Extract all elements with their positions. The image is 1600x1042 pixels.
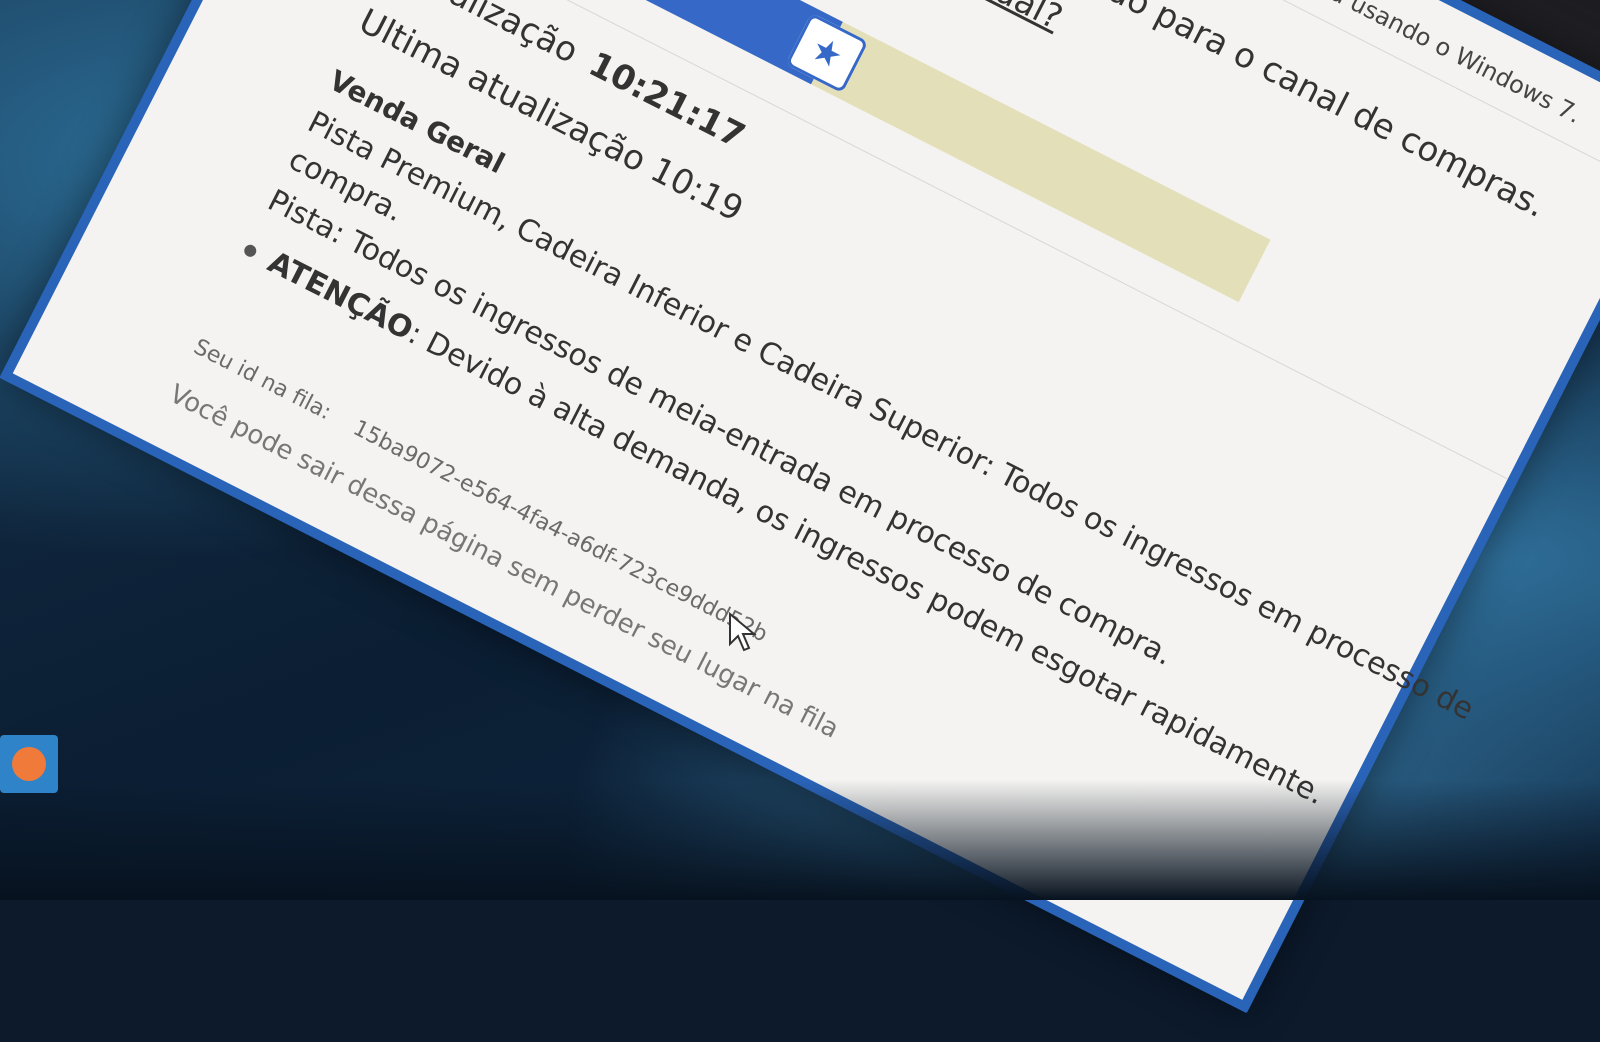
screen-bottom-edge	[0, 780, 1600, 900]
taskbar-app-icon[interactable]	[0, 735, 58, 793]
mouse-cursor-icon	[729, 611, 757, 652]
bullet-icon	[242, 242, 259, 259]
